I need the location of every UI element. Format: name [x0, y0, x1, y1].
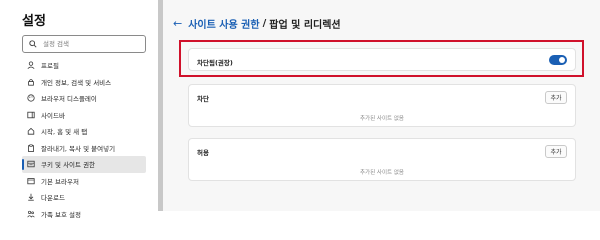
browser-icon: [27, 177, 35, 185]
sidebar-item-sidebar[interactable]: 사이드바: [22, 107, 146, 124]
sidebar-item-cookies-permissions[interactable]: 쿠키 및 사이트 권한: [22, 156, 146, 173]
page-title: 팝업 및 리디렉션: [269, 20, 341, 31]
sidebar-item-appearance[interactable]: 브라우저 디스플레이: [22, 90, 146, 107]
sidebar-item-label: 기본 브라우저: [41, 177, 79, 186]
sidebar-icon: [27, 111, 35, 119]
sidebar-item-label: 프로필: [41, 62, 59, 71]
home-icon: [27, 127, 35, 135]
breadcrumb-separator: /: [262, 18, 267, 29]
sidebar-item-downloads[interactable]: 다운로드: [22, 189, 146, 206]
block-empty-text: 추가된 사이트 없음: [360, 116, 404, 122]
back-arrow-icon[interactable]: ←: [173, 17, 182, 30]
download-icon: [27, 193, 35, 201]
allow-add-button[interactable]: 추가: [545, 145, 567, 158]
sidebar-item-label: 다운로드: [41, 194, 65, 203]
sidebar-item-default-browser[interactable]: 기본 브라우저: [22, 173, 146, 190]
sidebar: 설정 프로필 개인 정보, 검색 및 서비스 브라우저 디스플레이 사이드바 시…: [0, 0, 158, 219]
breadcrumb: ← 사이트 사용 권한 / 팝업 및 리디렉션: [173, 16, 341, 31]
sidebar-item-label: 쿠키 및 사이트 권한: [41, 161, 96, 170]
sidebar-item-label: 개인 정보, 검색 및 서비스: [41, 78, 112, 87]
sidebar-item-family-safety[interactable]: 가족 보호 설정: [22, 206, 146, 223]
brush-icon: [27, 94, 35, 102]
sidebar-title: 설정: [22, 14, 46, 29]
block-section-title: 차단: [197, 95, 209, 103]
sidebar-item-label: 브라우저 디스플레이: [41, 95, 97, 104]
sidebar-item-label: 사이드바: [41, 111, 65, 120]
settings-search[interactable]: [22, 35, 146, 53]
lock-icon: [27, 78, 35, 86]
search-input[interactable]: [43, 40, 139, 48]
blocked-setting-label: 차단됨(권장): [197, 59, 233, 67]
search-icon: [29, 40, 37, 48]
clipboard-icon: [27, 144, 35, 152]
sidebar-item-start-home[interactable]: 시작, 홈 및 새 탭: [22, 123, 146, 140]
sidebar-item-privacy[interactable]: 개인 정보, 검색 및 서비스: [22, 74, 146, 91]
allow-empty-text: 추가된 사이트 없음: [360, 170, 404, 176]
sidebar-item-label: 시작, 홈 및 새 탭: [41, 128, 88, 137]
block-section-card: 차단 추가 추가된 사이트 없음: [188, 84, 576, 127]
sidebar-nav: 프로필 개인 정보, 검색 및 서비스 브라우저 디스플레이 사이드바 시작, …: [22, 57, 146, 222]
blocked-setting-card: 차단됨(권장): [188, 48, 576, 71]
breadcrumb-parent-link[interactable]: 사이트 사용 권한: [188, 16, 259, 31]
sidebar-item-profile[interactable]: 프로필: [22, 57, 146, 74]
sidebar-item-label: 가족 보호 설정: [41, 210, 82, 219]
sidebar-item-clipboard[interactable]: 잘라내기, 복사 및 붙여넣기: [22, 140, 146, 157]
family-icon: [27, 210, 35, 218]
allow-section-title: 허용: [197, 149, 209, 157]
blocked-toggle[interactable]: [549, 55, 567, 65]
sidebar-item-label: 잘라내기, 복사 및 붙여넣기: [41, 144, 116, 153]
main-content: ← 사이트 사용 권한 / 팝업 및 리디렉션 차단됨(권장) 차단 추가 추가…: [163, 0, 600, 211]
allow-section-card: 허용 추가 추가된 사이트 없음: [188, 138, 576, 181]
person-icon: [27, 61, 35, 70]
cookie-icon: [27, 160, 35, 168]
block-add-button[interactable]: 추가: [545, 91, 567, 104]
